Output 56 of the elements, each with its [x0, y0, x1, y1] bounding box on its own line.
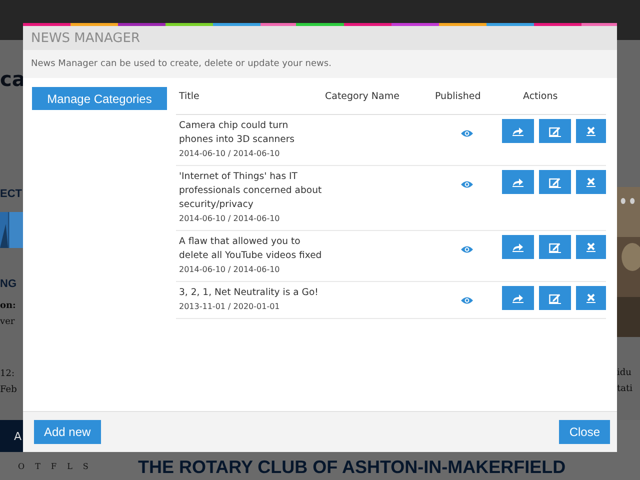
share-button[interactable] [502, 119, 534, 143]
calendar-weekdays: O T F L S [17, 461, 94, 471]
close-icon [586, 126, 596, 136]
news-dates: 2014-06-10 / 2014-06-10 [179, 213, 281, 225]
delete-button[interactable] [576, 235, 606, 259]
edit-button[interactable] [539, 119, 571, 143]
close-icon [586, 293, 596, 303]
edit-button[interactable] [539, 170, 571, 194]
close-icon [586, 177, 596, 187]
eye-icon[interactable] [461, 129, 474, 138]
delete-button[interactable] [576, 170, 606, 194]
news-title: 'Internet of Things' has IT professionals concerned about security/privacy [179, 170, 323, 212]
news-title: 3, 2, 1, Net Neutrality is a Go! [179, 286, 320, 300]
edit-icon [549, 242, 561, 252]
edit-button[interactable] [539, 286, 571, 310]
page-text: Feb [0, 384, 18, 396]
news-dates: 2014-06-10 / 2014-06-10 [179, 148, 281, 160]
column-header: Category Name [325, 91, 400, 102]
page-text: tati [617, 383, 634, 395]
share-icon [512, 126, 524, 136]
eye-icon[interactable] [461, 296, 474, 305]
share-button[interactable] [502, 235, 534, 259]
edit-button[interactable] [539, 235, 571, 259]
page-text: ECT [0, 188, 23, 200]
close-icon [586, 242, 596, 252]
delete-button[interactable] [576, 286, 606, 310]
dialog-description: News Manager can be used to create, delete or update your news. [31, 59, 332, 69]
page-text: NG [0, 278, 18, 290]
edit-icon [549, 126, 561, 136]
share-icon [512, 177, 524, 187]
eye-icon[interactable] [461, 180, 474, 189]
edit-icon [549, 292, 561, 304]
manage-categories-button[interactable]: Manage Categories [32, 87, 167, 110]
share-button[interactable] [502, 286, 534, 310]
add-new-button[interactable]: Add new [34, 420, 101, 444]
column-header: Actions [522, 91, 558, 102]
delete-button[interactable] [576, 119, 606, 143]
eye-icon[interactable] [461, 245, 474, 254]
close-button[interactable]: Close [559, 420, 610, 444]
dialog-title: NEWS MANAGER [31, 30, 140, 46]
news-dates: 2013-11-01 / 2020-01-01 [179, 301, 281, 313]
page-text: idu [617, 367, 632, 379]
page-text: ver [0, 316, 16, 328]
edit-icon [549, 176, 561, 188]
news-title: Camera chip could turn phones into 3D scanners [179, 119, 296, 147]
page-text: 12: [0, 368, 16, 380]
news-title: A flaw that allowed you to delete all YouTube videos fixed [179, 235, 323, 263]
page-text: on: [0, 300, 17, 312]
column-header: Published [435, 91, 482, 102]
page-heading: THE ROTARY CLUB OF ASHTON-IN-MAKERFIELD [138, 456, 566, 478]
column-header: Title [179, 91, 200, 102]
share-icon [512, 293, 524, 303]
news-dates: 2014-06-10 / 2014-06-10 [179, 264, 281, 276]
nav-item[interactable]: A [14, 430, 22, 442]
share-button[interactable] [502, 170, 534, 194]
share-icon [512, 242, 524, 252]
